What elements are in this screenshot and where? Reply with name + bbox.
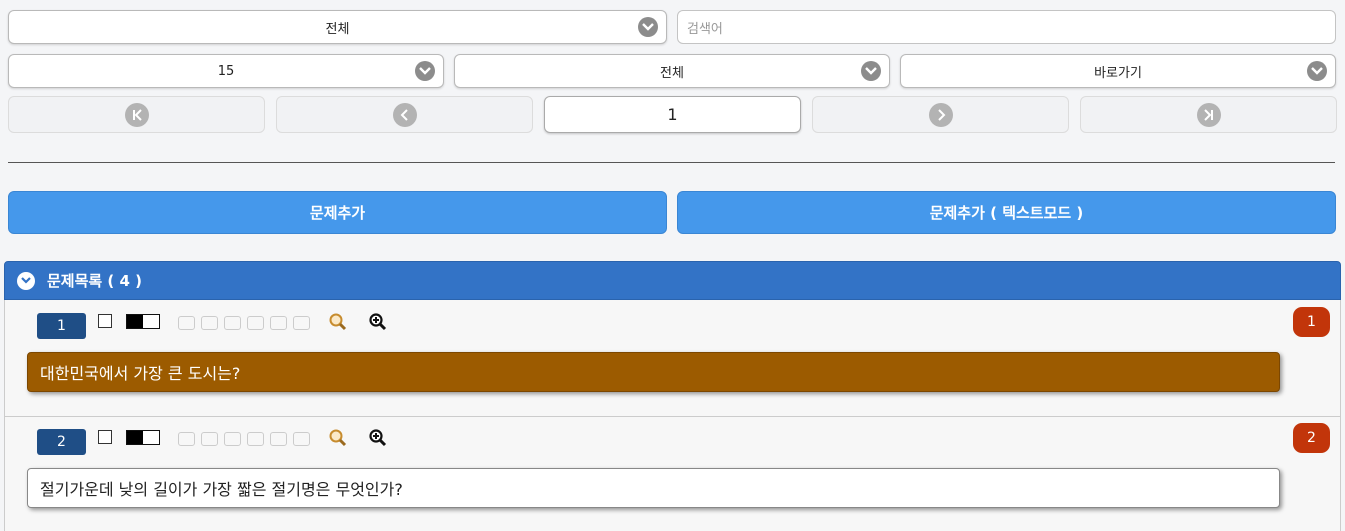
answer-slots xyxy=(178,316,310,330)
current-page-value: 1 xyxy=(667,105,678,124)
goto-select[interactable]: 바로가기 xyxy=(900,54,1336,88)
collapse-toggle-icon[interactable] xyxy=(17,271,35,290)
zoom-in-icon[interactable] xyxy=(368,312,388,332)
chevron-down-icon xyxy=(861,61,881,81)
divider xyxy=(4,416,1341,417)
divider xyxy=(8,162,1335,163)
chevron-down-icon xyxy=(1307,61,1327,81)
answer-slots xyxy=(178,432,310,446)
question-text[interactable]: 절기가운데 낮의 길이가 가장 짧은 절기명은 무엇인가? xyxy=(27,468,1280,508)
per-page-select[interactable]: 15 xyxy=(8,54,444,88)
prev-page-button[interactable] xyxy=(276,96,533,133)
question-badge: 2 xyxy=(1293,423,1330,453)
add-question-text-mode-label: 문제추가 ( 텍스트모드 ) xyxy=(929,204,1084,222)
next-page-button[interactable] xyxy=(812,96,1069,133)
toggle-color-icon[interactable] xyxy=(126,430,160,445)
question-badge: 1 xyxy=(1293,307,1330,337)
select-checkbox[interactable] xyxy=(98,314,112,328)
per-page-value: 15 xyxy=(217,63,235,79)
category-select-value: 전체 xyxy=(325,21,350,37)
chevron-down-icon xyxy=(415,61,435,81)
chevron-left-icon xyxy=(392,102,417,127)
add-question-label: 문제추가 xyxy=(309,204,366,222)
question-list-title: 문제목록 ( 4 ) xyxy=(47,272,143,290)
toggle-color-icon[interactable] xyxy=(126,314,160,329)
question-list-header[interactable]: 문제목록 ( 4 ) xyxy=(4,261,1341,300)
question-number-label: 1 xyxy=(57,318,66,334)
zoom-in-icon[interactable] xyxy=(368,428,388,448)
question-text[interactable]: 대한민국에서 가장 큰 도시는? xyxy=(27,352,1280,392)
question-text-label: 절기가운데 낮의 길이가 가장 짧은 절기명은 무엇인가? xyxy=(40,480,403,499)
question-number-label: 2 xyxy=(57,434,66,450)
question-badge-label: 1 xyxy=(1307,314,1316,330)
search-placeholder: 검색어 xyxy=(687,21,723,37)
search-input[interactable]: 검색어 xyxy=(677,10,1336,44)
last-page-icon xyxy=(1196,102,1221,127)
current-page-input[interactable]: 1 xyxy=(544,96,801,133)
question-badge-label: 2 xyxy=(1307,430,1316,446)
search-icon[interactable] xyxy=(328,312,348,332)
add-question-button[interactable]: 문제추가 xyxy=(8,191,667,234)
type-value: 전체 xyxy=(660,65,684,81)
chevron-down-icon xyxy=(638,17,658,37)
search-icon[interactable] xyxy=(328,428,348,448)
first-page-button[interactable] xyxy=(8,96,265,133)
question-number: 1 xyxy=(37,313,86,339)
last-page-button[interactable] xyxy=(1080,96,1337,133)
question-number: 2 xyxy=(37,429,86,455)
category-select[interactable]: 전체 xyxy=(8,10,667,44)
add-question-text-mode-button[interactable]: 문제추가 ( 텍스트모드 ) xyxy=(677,191,1336,234)
select-checkbox[interactable] xyxy=(98,430,112,444)
question-text-label: 대한민국에서 가장 큰 도시는? xyxy=(40,364,241,383)
goto-value: 바로가기 xyxy=(1094,65,1142,81)
type-select[interactable]: 전체 xyxy=(454,54,890,88)
first-page-icon xyxy=(124,102,149,127)
chevron-right-icon xyxy=(928,102,953,127)
